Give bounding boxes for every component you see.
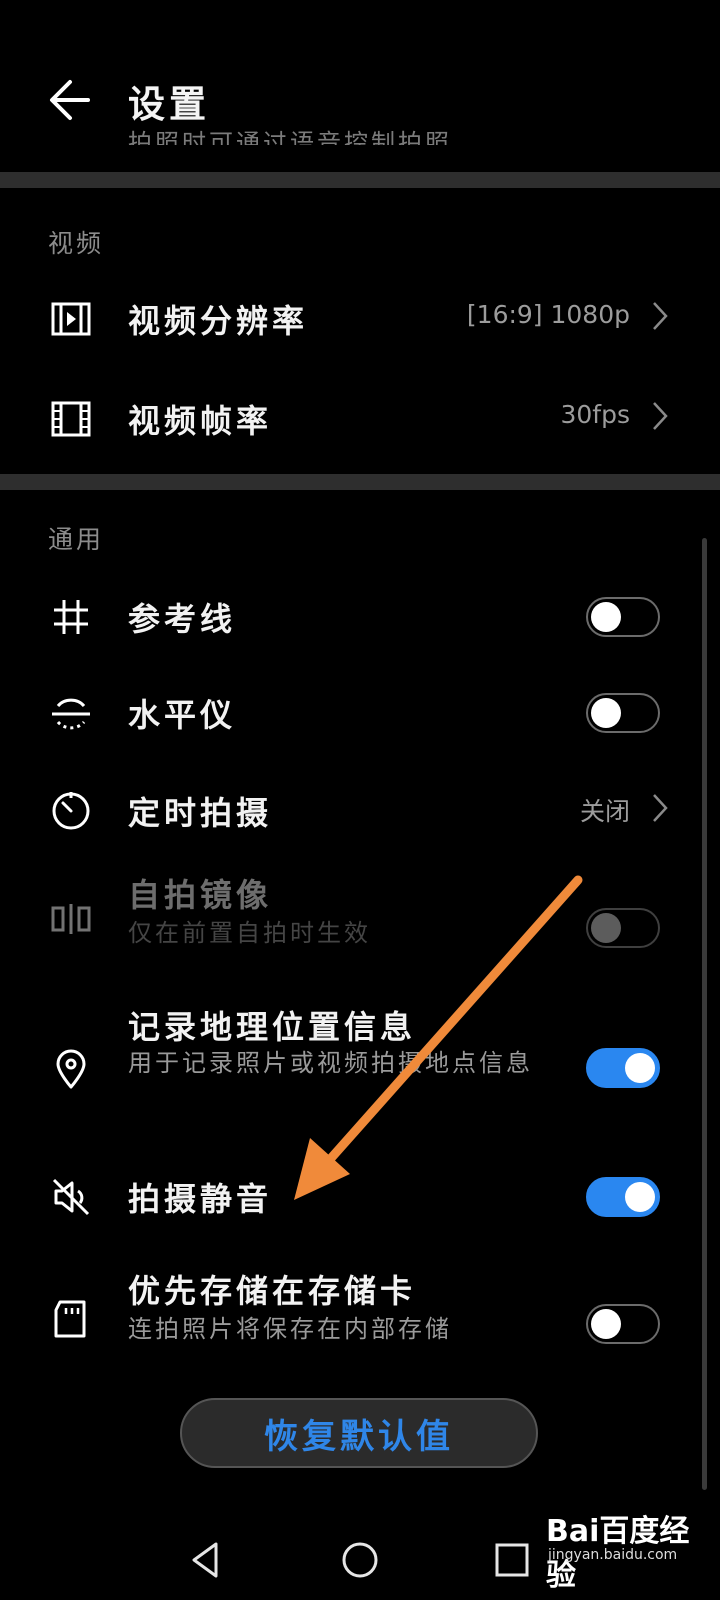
section-divider [0,474,720,490]
nav-home-icon[interactable] [340,1540,380,1580]
setting-row-grid[interactable]: 参考线 [0,570,720,666]
setting-row-timer[interactable]: 定时拍摄 关闭 [0,762,720,862]
setting-label: 参考线 [128,600,237,638]
mirror-icon [51,904,91,934]
setting-label: 拍摄静音 [128,1180,273,1218]
sd-card-icon [54,1300,86,1338]
setting-row-level[interactable]: 水平仪 [0,666,720,762]
back-arrow-icon[interactable] [44,70,104,130]
scrollbar[interactable] [702,538,707,1490]
mute-toggle[interactable] [586,1177,660,1217]
chevron-right-icon [653,402,668,430]
film-icon [51,401,91,437]
mirror-toggle [586,908,660,948]
restore-defaults-button[interactable]: 恢复默认值 [180,1398,538,1468]
mute-speaker-icon [52,1178,90,1216]
video-resolution-icon [51,302,91,336]
chevron-right-icon [653,794,668,822]
scrolled-item-text: 拍照时可通过语音控制拍照 [128,129,452,145]
page-title: 设置 [128,83,210,126]
section-title-video: 视频 [48,229,105,258]
sdcard-toggle[interactable] [586,1304,660,1344]
timer-icon [52,792,90,830]
annotation-arrow [294,875,583,1200]
setting-description: 连拍照片将保存在内部存储 [128,1315,452,1343]
setting-label: 自拍镜像 [128,876,273,914]
location-toggle[interactable] [586,1048,660,1088]
nav-back-icon[interactable] [186,1540,226,1580]
level-toggle[interactable] [586,693,660,733]
setting-label: 定时拍摄 [128,794,273,832]
watermark-url: jingyan.baidu.com [548,1547,678,1563]
section-title-general: 通用 [48,525,105,554]
setting-row-video-resolution[interactable]: 视频分辨率 [16:9] 1080p [0,268,720,368]
location-pin-icon [56,1049,86,1089]
setting-label: 水平仪 [128,696,237,734]
setting-row-sdcard[interactable]: 优先存储在存储卡 连拍照片将保存在内部存储 [0,1266,720,1376]
setting-label: 视频帧率 [128,402,273,440]
level-icon [52,698,90,730]
setting-row-video-framerate[interactable]: 视频帧率 30fps [0,370,720,470]
setting-value: 30fps [560,400,630,429]
baidu-jingyan-watermark: Bai百度经验 jingyan.baidu.com [540,1500,710,1593]
section-divider [0,172,720,188]
nav-recents-icon[interactable] [492,1540,532,1580]
setting-value: [16:9] 1080p [466,300,630,329]
setting-label: 视频分辨率 [128,302,309,340]
setting-label: 优先存储在存储卡 [128,1272,417,1310]
grid-toggle[interactable] [586,597,660,637]
grid-icon [54,600,88,634]
setting-value: 关闭 [579,797,630,826]
chevron-right-icon [653,302,668,330]
